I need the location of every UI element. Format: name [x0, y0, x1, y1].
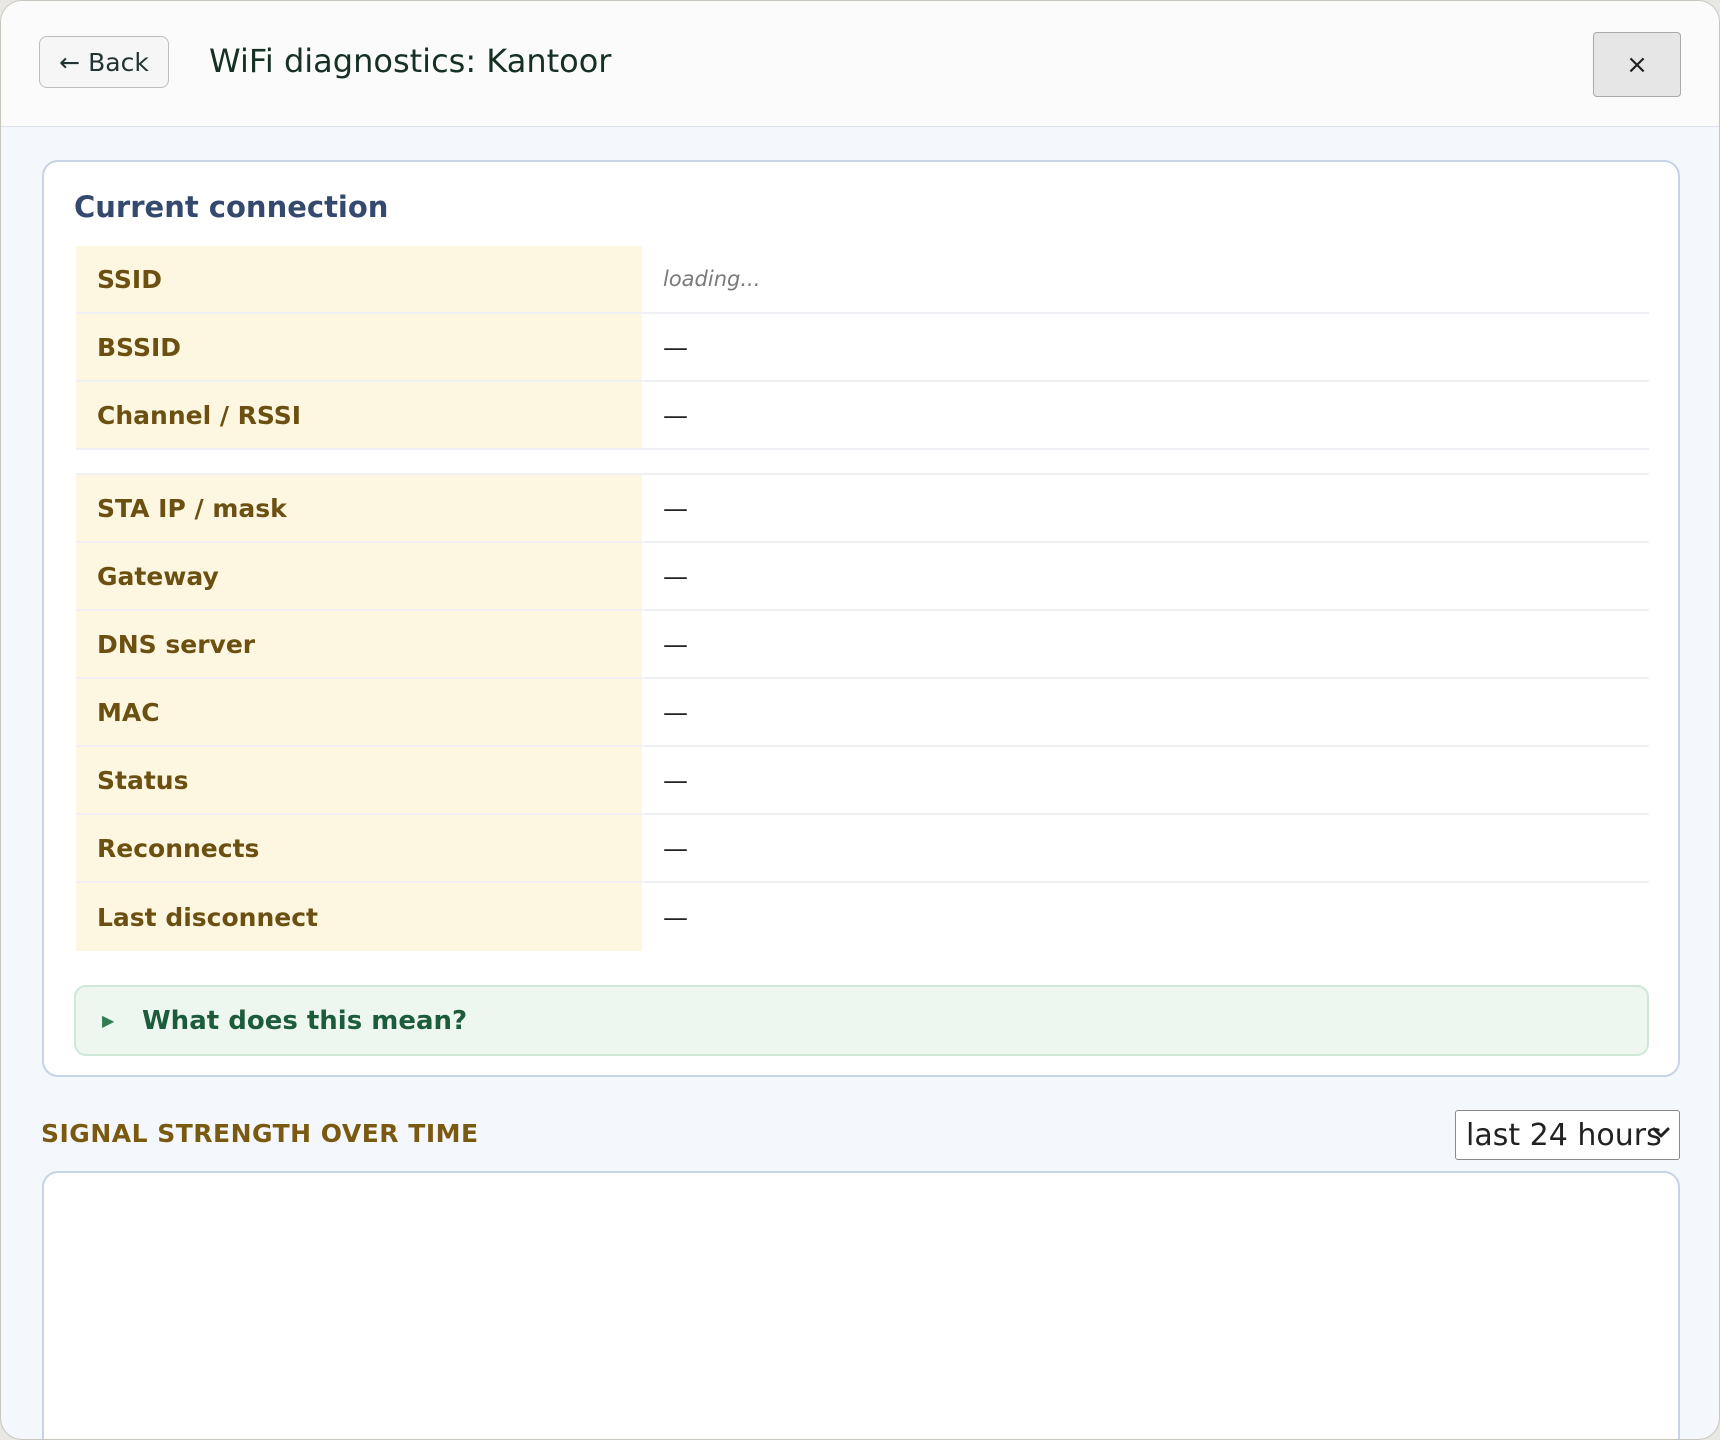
- time-range-selected-value: last 24 hours: [1466, 1117, 1662, 1153]
- table-row: BSSID —: [76, 314, 1649, 382]
- explanation-toggle[interactable]: ▶ What does this mean?: [74, 985, 1649, 1056]
- row-value: —: [663, 833, 688, 863]
- table-row: Gateway —: [76, 543, 1649, 611]
- signal-chart-area: [42, 1171, 1680, 1439]
- row-value: —: [663, 629, 688, 659]
- row-value: —: [663, 400, 688, 430]
- row-value: —: [663, 765, 688, 795]
- close-icon: ×: [1626, 49, 1648, 80]
- row-value: —: [663, 561, 688, 591]
- connection-table-network: STA IP / mask — Gateway — DNS server — M…: [76, 473, 1649, 951]
- time-range-select[interactable]: last 24 hours: [1455, 1110, 1680, 1160]
- chevron-down-icon: [1652, 1127, 1670, 1138]
- table-row: Status —: [76, 747, 1649, 815]
- row-value: —: [663, 902, 688, 932]
- row-label: Channel / RSSI: [76, 382, 642, 448]
- card-title: Current connection: [74, 190, 389, 224]
- row-label: Last disconnect: [76, 883, 642, 951]
- row-label: STA IP / mask: [76, 475, 642, 541]
- table-row: Channel / RSSI —: [76, 382, 1649, 450]
- explanation-toggle-label: What does this mean?: [142, 1005, 468, 1036]
- row-label: BSSID: [76, 314, 642, 380]
- row-label: DNS server: [76, 611, 642, 677]
- page-title: WiFi diagnostics: Kantoor: [209, 42, 612, 80]
- disclosure-triangle-icon: ▶: [102, 1011, 115, 1030]
- row-label: Reconnects: [76, 815, 642, 881]
- table-row: MAC —: [76, 679, 1649, 747]
- row-value: —: [663, 697, 688, 727]
- back-button[interactable]: ← Back: [39, 36, 169, 88]
- diagnostics-window: ← Back WiFi diagnostics: Kantoor × Curre…: [0, 0, 1720, 1440]
- signal-section-title: SIGNAL STRENGTH OVER TIME: [41, 1119, 479, 1148]
- row-value: —: [663, 332, 688, 362]
- row-label: MAC: [76, 679, 642, 745]
- back-arrow-icon: ←: [59, 47, 81, 77]
- row-value: loading...: [663, 267, 761, 291]
- row-value: —: [663, 493, 688, 523]
- table-row: Reconnects —: [76, 815, 1649, 883]
- current-connection-card: Current connection SSID loading... BSSID…: [42, 160, 1680, 1077]
- back-button-label: Back: [88, 47, 149, 77]
- table-row: DNS server —: [76, 611, 1649, 679]
- header-bar: ← Back WiFi diagnostics: Kantoor ×: [1, 1, 1719, 127]
- close-button[interactable]: ×: [1593, 32, 1681, 97]
- table-row: SSID loading...: [76, 246, 1649, 314]
- table-row: Last disconnect —: [76, 883, 1649, 951]
- connection-table-wifi: SSID loading... BSSID — Channel / RSSI —: [76, 246, 1649, 450]
- row-label: Status: [76, 747, 642, 813]
- table-row: STA IP / mask —: [76, 475, 1649, 543]
- row-label: Gateway: [76, 543, 642, 609]
- row-label: SSID: [76, 246, 642, 312]
